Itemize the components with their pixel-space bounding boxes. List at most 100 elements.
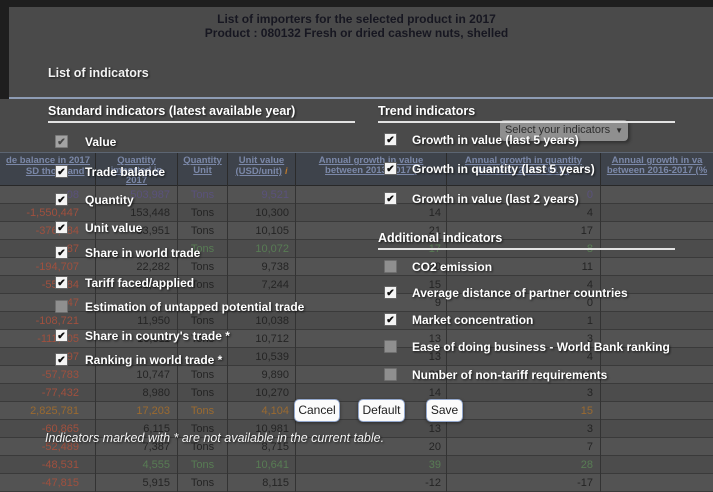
checkbox-ease-of-doing-business-world-bank-ranking[interactable]	[384, 340, 397, 353]
column-header[interactable]: QuantityUnit	[177, 153, 227, 187]
footnote: Indicators marked with * are not availab…	[45, 431, 384, 445]
table-cell: -47,815	[0, 474, 95, 492]
table-cell: -1,550,447	[0, 204, 95, 222]
indicator-label-value: Value	[85, 134, 116, 150]
table-cell: -57,783	[0, 366, 95, 384]
info-icon[interactable]: i	[285, 166, 288, 176]
checkbox-value[interactable]: ✔	[55, 135, 68, 148]
table-cell	[600, 402, 713, 420]
table-cell: 08	[0, 186, 95, 204]
indicator-label-tariff-faced-applied: Tariff faced/applied	[85, 275, 194, 291]
table-cell: -55,584	[0, 276, 95, 294]
page: List of importers for the selected produ…	[0, 0, 713, 492]
column-header[interactable]: de balance in 2017SD thousandi	[0, 153, 95, 187]
column-header[interactable]: Unit value(USD/unit)i	[227, 153, 295, 187]
column-header-text: Unit	[193, 165, 211, 176]
table-cell	[600, 312, 713, 330]
section-heading-standard-indicators-latest-available-year: Standard indicators (latest available ye…	[48, 103, 355, 123]
table-cell: 39	[295, 456, 446, 474]
checkbox-market-concentration[interactable]: ✔	[384, 313, 397, 326]
checkbox-share-in-country-s-trade[interactable]: ✔	[55, 329, 68, 342]
table-cell: 10,747	[95, 366, 177, 384]
checkbox-growth-in-quantity-last-5-years[interactable]: ✔	[384, 162, 397, 175]
table-cell: 8,115	[227, 474, 295, 492]
table-cell: Tons	[177, 186, 227, 204]
table-cell: -17	[446, 474, 600, 492]
table-row: -77,4328,980Tons10,270143	[0, 384, 713, 402]
checkbox-ranking-in-world-trade[interactable]: ✔	[55, 353, 68, 366]
table-cell: 10,105	[227, 222, 295, 240]
checkbox-average-distance-of-partner-countries[interactable]: ✔	[384, 286, 397, 299]
table-cell: Tons	[177, 456, 227, 474]
table-cell: 10,539	[227, 348, 295, 366]
checkbox-tariff-faced-applied[interactable]: ✔	[55, 276, 68, 289]
checkbox-growth-in-value-last-2-years[interactable]: ✔	[384, 192, 397, 205]
table-cell	[600, 366, 713, 384]
table-cell: 9,738	[227, 258, 295, 276]
save-button[interactable]: Save	[426, 399, 463, 422]
page-title: List of importers for the selected produ…	[0, 12, 713, 40]
indicator-label-number-of-non-tariff-requirements: Number of non-tariff requirements	[412, 367, 607, 383]
table-cell: 9,890	[227, 366, 295, 384]
table-cell: Tons	[177, 474, 227, 492]
section-heading-trend-indicators: Trend indicators	[378, 103, 675, 123]
indicator-label-quantity: Quantity	[85, 192, 134, 208]
table-cell: 97	[0, 348, 95, 366]
column-header-text: de balance in 2017	[6, 155, 90, 166]
table-cell: 10,300	[227, 204, 295, 222]
table-cell: Tons	[177, 384, 227, 402]
table-cell: -108,721	[0, 312, 95, 330]
chevron-down-icon: ▼	[615, 126, 623, 135]
table-cell: 3	[446, 420, 600, 438]
indicator-label-average-distance-of-partner-countries: Average distance of partner countries	[412, 285, 628, 301]
table-cell: -77,432	[0, 384, 95, 402]
top-band	[0, 0, 713, 7]
indicator-label-ranking-in-world-trade: Ranking in world trade *	[85, 352, 222, 368]
checkbox-share-in-world-trade[interactable]: ✔	[55, 246, 68, 259]
table-cell: -111,805	[0, 330, 95, 348]
indicator-label-share-in-country-s-trade: Share in country's trade *	[85, 328, 230, 344]
table-row: -48,5314,555Tons10,6413928	[0, 456, 713, 474]
checkbox-quantity[interactable]: ✔	[55, 193, 68, 206]
table-cell: 7,244	[227, 276, 295, 294]
indicator-label-ease-of-doing-business-world-bank-ranking: Ease of doing business - World Bank rank…	[412, 339, 670, 355]
column-header-text: between 2016-2017 (%	[607, 165, 707, 176]
column-header-text: Unit value	[239, 155, 284, 166]
checkbox-number-of-non-tariff-requirements[interactable]	[384, 368, 397, 381]
checkbox-estimation-of-untapped-potential-trade[interactable]	[55, 300, 68, 313]
table-cell: 7	[446, 438, 600, 456]
table-cell: 8,980	[95, 384, 177, 402]
table-cell: -48,531	[0, 456, 95, 474]
column-header-text: between 2013-2017 (	[325, 165, 417, 176]
table-cell: 17,203	[95, 402, 177, 420]
indicator-label-estimation-of-untapped-potential-trade: Estimation of untapped potential trade	[85, 299, 304, 315]
checkbox-growth-in-value-last-5-years[interactable]: ✔	[384, 133, 397, 146]
checkbox-co2-emission[interactable]	[384, 260, 397, 273]
default-button[interactable]: Default	[358, 399, 405, 422]
page-title-line2: Product : 080132 Fresh or dried cashew n…	[0, 26, 713, 40]
table-cell: 10,712	[227, 330, 295, 348]
table-cell	[600, 258, 713, 276]
checkbox-unit-value[interactable]: ✔	[55, 221, 68, 234]
indicator-label-trade-balance: Trade balance	[85, 164, 165, 180]
section-heading-additional-indicators: Additional indicators	[378, 230, 675, 250]
column-header[interactable]: Annual growth in vabetween 2016-2017 (%	[600, 153, 713, 187]
table-cell: 87	[0, 240, 95, 258]
checkbox-trade-balance[interactable]: ✔	[55, 165, 68, 178]
indicator-label-share-in-world-trade: Share in world trade	[85, 245, 200, 261]
table-cell: 5,915	[95, 474, 177, 492]
table-cell	[600, 204, 713, 222]
table-row: 2,825,78117,203Tons4,10415	[0, 402, 713, 420]
table-cell: 9,521	[227, 186, 295, 204]
column-header-text: (USD/unit)	[236, 166, 282, 177]
table-cell	[600, 438, 713, 456]
table-cell: 47	[0, 294, 95, 312]
indicator-label-co2-emission: CO2 emission	[412, 259, 492, 275]
table-cell: 15	[446, 402, 600, 420]
table-top-divider	[9, 97, 713, 99]
table-cell: -194,707	[0, 258, 95, 276]
table-cell	[600, 384, 713, 402]
table-cell: 10,072	[227, 240, 295, 258]
table-cell: Tons	[177, 204, 227, 222]
cancel-button[interactable]: Cancel	[294, 399, 340, 422]
